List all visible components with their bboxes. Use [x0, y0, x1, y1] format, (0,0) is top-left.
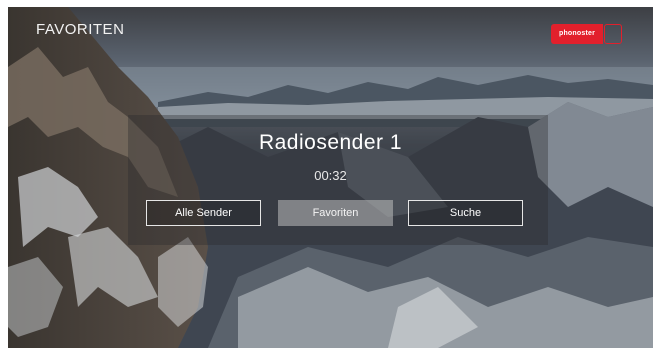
playback-time: 00:32 — [314, 168, 347, 183]
logo-badge: phonoster — [551, 24, 603, 44]
phonoster-logo: phonoster — [551, 24, 624, 44]
station-name: Radiosender 1 — [258, 131, 403, 154]
search-button[interactable]: Suche — [408, 200, 523, 226]
tv-screen: FAVORITEN phonoster Radiosender 1 00:32 … — [8, 7, 653, 348]
page-title: FAVORITEN — [36, 21, 125, 38]
logo-text: phonoster — [558, 30, 596, 37]
favorites-button[interactable]: Favoriten — [278, 200, 393, 226]
all-stations-button[interactable]: Alle Sender — [146, 200, 261, 226]
logo-mark-icon — [604, 24, 622, 44]
